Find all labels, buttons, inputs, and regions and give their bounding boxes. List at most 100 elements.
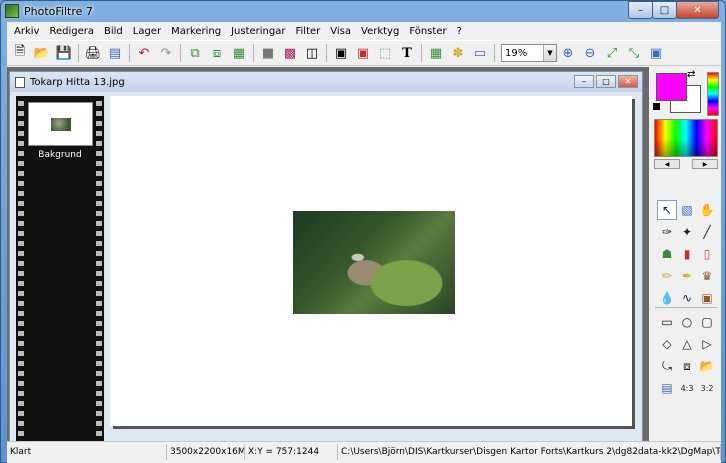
paste-icon[interactable]: ⧈	[206, 42, 228, 64]
plugins-icon[interactable]: ✽	[447, 42, 469, 64]
smudge-icon[interactable]: ∿	[677, 288, 697, 308]
ratio-3-2-icon[interactable]: 3:2	[697, 378, 717, 398]
selection-arrow-icon[interactable]: ↖	[657, 200, 677, 220]
menu-bild[interactable]: Bild	[99, 26, 128, 37]
gradient-icon[interactable]: ■	[257, 42, 279, 64]
crop-icon[interactable]: ⬚	[374, 42, 396, 64]
chevron-down-icon[interactable]: ▼	[543, 45, 556, 61]
maximize-button[interactable]: □	[652, 1, 677, 19]
ellipse-icon[interactable]: ○	[677, 312, 697, 332]
color-picker-icon[interactable]: ✑	[657, 222, 677, 242]
palette-next-button[interactable]: ▶	[692, 159, 718, 169]
palette-prev-button[interactable]: ◀	[654, 159, 680, 169]
zoom-out-icon[interactable]: ⊖	[579, 42, 601, 64]
client-area: Arkiv Redigera Bild Lager Markering Just…	[7, 22, 721, 463]
print-icon[interactable]: 🖨	[82, 42, 104, 64]
polygon-icon[interactable]: ⧈	[677, 356, 697, 376]
palette-nav: ◀ ▶	[654, 159, 718, 169]
doc-maximize-button[interactable]: □	[596, 75, 616, 88]
actual-size-icon[interactable]: ⤡	[623, 42, 645, 64]
canvas-size-icon[interactable]: ▣	[352, 42, 374, 64]
menu-lager[interactable]: Lager	[128, 26, 166, 37]
redo-icon[interactable]: ↷	[155, 42, 177, 64]
app-icon	[5, 4, 19, 18]
save-icon[interactable]: 💾	[53, 42, 75, 64]
minimize-button[interactable]: –	[628, 1, 653, 19]
fit-to-window-icon[interactable]: ⤢	[601, 42, 623, 64]
swap-colors-icon[interactable]: ⇄	[687, 69, 695, 80]
rounded-rect-icon[interactable]: ▢	[697, 312, 717, 332]
hand-icon[interactable]: ✋	[697, 200, 717, 220]
menu-visa[interactable]: Visa	[325, 26, 356, 37]
triangle-icon[interactable]: △	[677, 334, 697, 354]
open-shape-icon[interactable]: 📂	[697, 356, 717, 376]
image-size-icon[interactable]: ▣	[330, 42, 352, 64]
status-coordinates: X:Y = 757:1244	[245, 443, 338, 460]
blur-icon[interactable]: 💧	[657, 288, 677, 308]
zoom-value: 19%	[505, 47, 528, 59]
copy-icon[interactable]: ⧉	[184, 42, 206, 64]
menu-arkiv[interactable]: Arkiv	[9, 26, 44, 37]
color-grid-icon[interactable]: ▩	[279, 42, 301, 64]
ratio-4-3-icon[interactable]: 4:3	[677, 378, 697, 398]
layer-thumbnail[interactable]	[28, 102, 93, 146]
status-file-path: C:\Users\Björn\DIS\Kartkurser\Disgen Kar…	[338, 443, 721, 460]
doc-minimize-button[interactable]: –	[574, 75, 594, 88]
workspace: Tokarp Hitta 13.jpg – □ ✕ Bakgrund	[7, 67, 649, 447]
filter-icon[interactable]: ◫	[301, 42, 323, 64]
new-file-icon[interactable]: 🗎	[9, 42, 31, 64]
brush-icon[interactable]: ✏	[657, 266, 677, 286]
film-perforation	[96, 96, 102, 441]
aerial-photo[interactable]	[293, 211, 455, 314]
menu-redigera[interactable]: Redigera	[44, 26, 99, 37]
status-image-info: 3500x2200x16M	[167, 443, 245, 460]
layer-filmstrip: Bakgrund	[16, 96, 104, 441]
scan-icon[interactable]: ▤	[104, 42, 126, 64]
fill-bucket-icon[interactable]: ☗	[657, 244, 677, 264]
menu-justeringar[interactable]: Justeringar	[226, 26, 290, 37]
lasso-icon[interactable]: ⤿	[657, 356, 677, 376]
advanced-brush-icon[interactable]: ✒	[677, 266, 697, 286]
hue-slider[interactable]	[707, 72, 719, 116]
stamp-icon[interactable]: ♛	[697, 266, 717, 286]
line-icon[interactable]: ╱	[697, 222, 717, 242]
undo-icon[interactable]: ↶	[133, 42, 155, 64]
app-window: PhotoFiltre 7 – □ ✕ Arkiv Redigera Bild …	[0, 0, 726, 463]
window-title: PhotoFiltre 7	[24, 4, 93, 18]
paste-as-image-icon[interactable]: ▦	[228, 42, 250, 64]
fullscreen-icon[interactable]: ▣	[645, 42, 667, 64]
spray-icon[interactable]: ▮	[677, 244, 697, 264]
diamond-icon[interactable]: ◇	[657, 334, 677, 354]
document-icon	[15, 76, 25, 88]
text-icon[interactable]: T	[396, 42, 418, 64]
color-selector: ⇄	[652, 69, 702, 115]
film-perforation	[18, 96, 24, 441]
menu-filter[interactable]: Filter	[290, 26, 325, 37]
document-window: Tokarp Hitta 13.jpg – □ ✕ Bakgrund	[9, 71, 643, 443]
close-button[interactable]: ✕	[676, 1, 719, 19]
color-spectrum[interactable]	[654, 119, 718, 157]
preview-icon[interactable]: ▭	[469, 42, 491, 64]
zoom-select[interactable]: 19% ▼	[501, 44, 557, 62]
open-folder-icon[interactable]: 📂	[31, 42, 53, 64]
default-colors-icon[interactable]	[652, 102, 661, 111]
layers-icon[interactable]: ▦	[425, 42, 447, 64]
foreground-color-swatch[interactable]	[656, 73, 687, 101]
clone-icon[interactable]: ▣	[697, 288, 717, 308]
doc-close-button[interactable]: ✕	[618, 75, 638, 88]
tool-grid: ↖ ▧ ✋ ✑ ✦ ╱ ☗ ▮ ▯ ✏ ✒ ♛ 💧 ∿ ▣	[657, 200, 717, 308]
zoom-in-icon[interactable]: ⊕	[557, 42, 579, 64]
menu-fonster[interactable]: Fönster	[404, 26, 451, 37]
menu-verktyg[interactable]: Verktyg	[356, 26, 404, 37]
rectangle-icon[interactable]: ▭	[657, 312, 677, 332]
right-triangle-icon[interactable]: ▷	[697, 334, 717, 354]
selection-all-icon[interactable]: ▤	[657, 378, 677, 398]
manage-icon[interactable]: ▧	[677, 200, 697, 220]
magic-wand-icon[interactable]: ✦	[677, 222, 697, 242]
image-canvas[interactable]	[110, 96, 632, 426]
menu-markering[interactable]: Markering	[166, 26, 226, 37]
eraser-icon[interactable]: ▯	[697, 244, 717, 264]
panel-divider	[655, 307, 717, 308]
menu-help[interactable]: ?	[452, 26, 467, 37]
layer-label: Bakgrund	[38, 150, 82, 160]
